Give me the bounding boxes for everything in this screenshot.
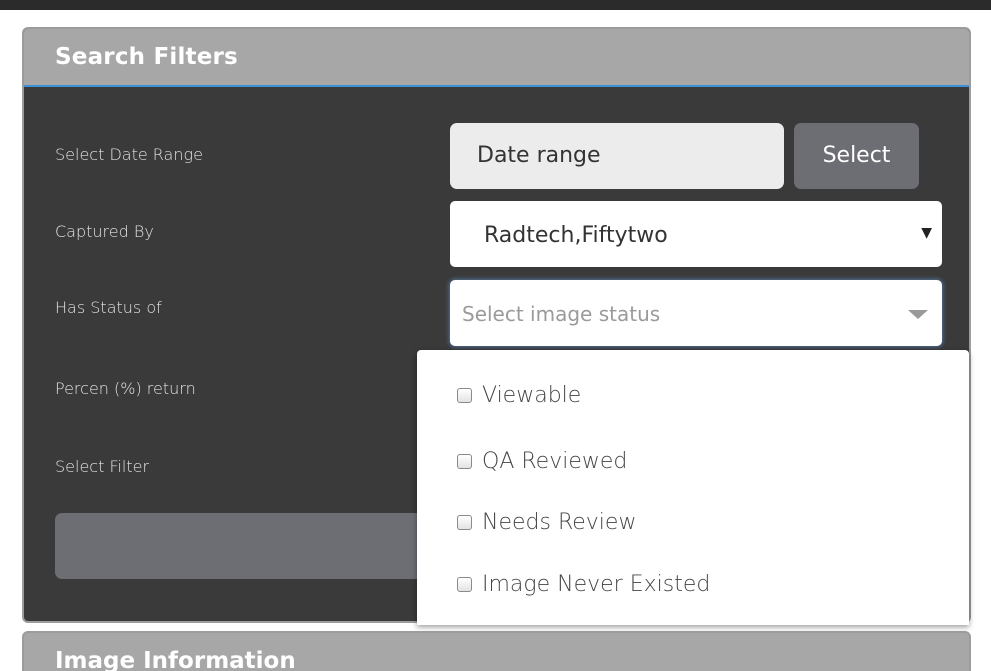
- page: Search Filters Select Date Range Date ra…: [0, 0, 991, 671]
- status-placeholder: Select image status: [462, 302, 661, 326]
- checkbox[interactable]: [457, 577, 472, 592]
- option-label: Image Never Existed: [482, 572, 711, 597]
- panel-title: Image Information: [55, 648, 296, 671]
- caret-down-icon: ▼: [921, 225, 932, 241]
- checkbox[interactable]: [457, 454, 472, 469]
- percent-return-label: Percen (%) return: [55, 379, 196, 398]
- date-range-label: Select Date Range: [55, 145, 203, 164]
- captured-by-label: Captured By: [55, 222, 154, 241]
- captured-by-select[interactable]: Radtech,Fiftytwo ▼: [450, 201, 942, 267]
- date-range-input[interactable]: Date range: [450, 123, 784, 189]
- search-filters-header[interactable]: Search Filters: [24, 29, 969, 87]
- search-button[interactable]: [55, 513, 455, 579]
- chevron-down-icon: [908, 310, 928, 319]
- status-option-qa-reviewed[interactable]: QA Reviewed: [457, 449, 627, 474]
- status-dropdown-menu: Viewable QA Reviewed Needs Review Image …: [417, 350, 969, 625]
- top-bar: [0, 0, 991, 10]
- option-label: QA Reviewed: [482, 449, 628, 474]
- status-option-needs-review[interactable]: Needs Review: [457, 510, 636, 535]
- select-filter-label: Select Filter: [55, 457, 150, 476]
- checkbox[interactable]: [457, 515, 472, 530]
- captured-by-value: Radtech,Fiftytwo: [484, 223, 668, 248]
- status-option-image-never-existed[interactable]: Image Never Existed: [457, 572, 710, 597]
- status-select[interactable]: Select image status: [450, 280, 942, 346]
- panel-title: Search Filters: [55, 44, 238, 70]
- status-option-viewable[interactable]: Viewable: [457, 383, 581, 408]
- status-label: Has Status of: [55, 298, 162, 317]
- option-label: Needs Review: [482, 510, 637, 535]
- image-information-panel[interactable]: Image Information: [22, 631, 971, 671]
- date-select-button[interactable]: Select: [794, 123, 919, 189]
- option-label: Viewable: [482, 383, 582, 408]
- checkbox[interactable]: [457, 388, 472, 403]
